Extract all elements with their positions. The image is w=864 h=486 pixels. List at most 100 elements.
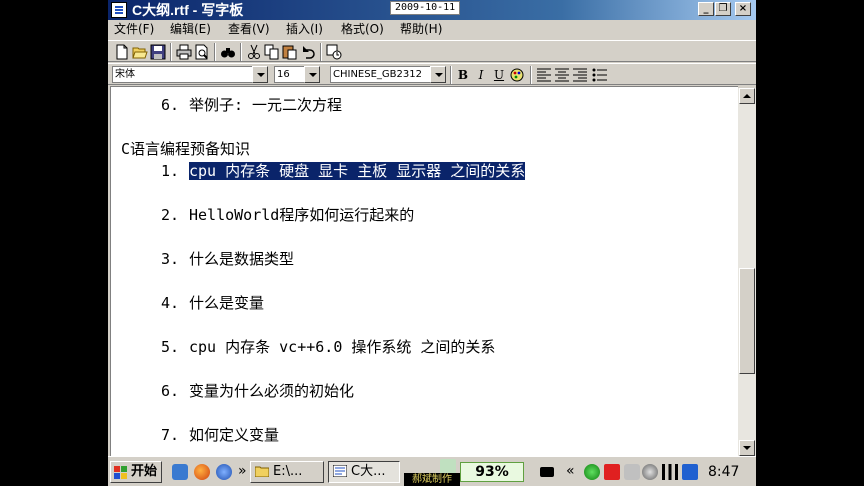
tray-expand-chevron[interactable]: « [566,463,575,479]
wordpad-icon [333,465,347,477]
vertical-scrollbar[interactable] [738,88,756,456]
line-text: 举例子: 一元二次方程 [189,96,343,114]
toolbar-separator [214,43,216,61]
taskbar-clock[interactable]: 8:47 [708,463,739,481]
menu-view[interactable]: 查看(V) [228,21,270,37]
media-player-icon[interactable] [216,464,232,480]
toolbar-separator [450,66,452,84]
windows-logo-icon [114,466,127,479]
doc-line-7-define[interactable]: 7. 如何定义变量 [161,425,279,445]
new-icon[interactable] [114,44,130,60]
date-overlay: 2009-10-11 [390,1,461,15]
task-label: E:\... [273,464,303,479]
line-number: 6. [161,96,180,114]
menu-insert[interactable]: 插入(I) [286,21,323,37]
save-icon[interactable] [150,44,166,60]
insert-datetime-icon[interactable] [326,44,342,60]
line-text: cpu 内存条 vc++6.0 操作系统 之间的关系 [189,338,496,356]
align-left-icon[interactable] [536,67,552,83]
toolbar-separator [170,43,172,61]
watermark-label: 郝斌制作 [404,473,460,486]
firefox-icon[interactable] [194,464,210,480]
doc-line-1-hardware[interactable]: 1. cpu 内存条 硬盘 显卡 主板 显示器 之间的关系 [161,161,526,181]
line-text: HelloWorld程序如何运行起来的 [189,206,415,224]
line-text: 变量为什么必须的初始化 [189,382,355,400]
line-text: 如何定义变量 [189,426,280,444]
align-center-icon[interactable] [554,67,570,83]
title-bar[interactable]: C大纲.rtf - 写字板 2009-10-11 _ ❐ × [108,0,756,20]
scroll-thumb[interactable] [739,268,755,374]
doc-line-2-helloworld[interactable]: 2. HelloWorld程序如何运行起来的 [161,205,414,225]
undo-icon[interactable] [300,44,316,60]
doc-line-6-init[interactable]: 6. 变量为什么必须的初始化 [161,381,354,401]
selected-text: cpu 内存条 硬盘 显卡 主板 显示器 之间的关系 [189,162,526,180]
input-method-icon[interactable] [682,464,698,480]
menu-edit[interactable]: 编辑(E) [170,21,211,37]
close-button[interactable]: × [735,2,751,16]
menu-help[interactable]: 帮助(H) [400,21,442,37]
font-size-dropdown-icon[interactable] [304,66,320,83]
menu-bar: 文件(F) 编辑(E) 查看(V) 插入(I) 格式(O) 帮助(H) [108,20,756,39]
copy-icon[interactable] [264,44,280,60]
security-x-icon[interactable] [604,464,620,480]
line-number: 1. [161,162,180,180]
standard-toolbar [108,40,756,62]
underline-button[interactable]: U [490,66,508,84]
taskbar: 开始 » E:\... C大... 93% 郝斌制作 « 8:47 [108,456,756,486]
open-icon[interactable] [132,44,148,60]
scroll-up-icon[interactable] [739,88,755,104]
color-icon[interactable] [509,67,525,83]
folder-icon [255,466,269,477]
script-combo[interactable]: CHINESE_GB2312 [330,66,430,83]
power-plug-icon[interactable] [540,467,554,477]
network-signal-icon[interactable] [662,464,678,480]
task-label: C大... [351,464,386,479]
paste-icon[interactable] [282,44,298,60]
doc-heading-prerequisites[interactable]: C语言编程预备知识 [121,139,250,159]
toolbar-separator [240,43,242,61]
bold-button[interactable]: B [454,66,472,84]
align-right-icon[interactable] [572,67,588,83]
line-number: 5. [161,338,180,356]
line-text: C语言编程预备知识 [121,140,251,158]
scroll-down-icon[interactable] [739,440,755,456]
font-name-combo[interactable]: 宋体 [112,66,254,83]
line-text: 什么是数据类型 [189,250,295,268]
start-button[interactable]: 开始 [110,461,162,483]
toolbar-separator [530,66,532,84]
line-number: 3. [161,250,180,268]
doc-line-3-datatype[interactable]: 3. 什么是数据类型 [161,249,294,269]
speaker-icon[interactable] [642,464,658,480]
window-title: C大纲.rtf - 写字板 [132,2,244,18]
doc-line-4-variable[interactable]: 4. 什么是变量 [161,293,264,313]
line-number: 2. [161,206,180,224]
script-dropdown-icon[interactable] [430,66,446,83]
find-icon[interactable] [220,44,236,60]
document-area[interactable]: 6. 举例子: 一元二次方程 C语言编程预备知识 1. cpu 内存条 硬盘 显卡 … [110,86,738,456]
status-green-icon[interactable] [584,464,600,480]
line-number: 7. [161,426,180,444]
doc-line-6-example[interactable]: 6. 举例子: 一元二次方程 [161,95,342,115]
print-icon[interactable] [176,44,192,60]
toolbar-separator [320,43,322,61]
shield-icon[interactable] [624,464,640,480]
quicklaunch-chevron[interactable]: » [238,463,247,479]
menu-file[interactable]: 文件(F) [114,21,154,37]
menu-format[interactable]: 格式(O) [341,21,384,37]
cut-icon[interactable] [246,44,262,60]
battery-percentage: 93% [460,462,524,482]
print-preview-icon[interactable] [194,44,210,60]
minimize-button[interactable]: _ [698,2,714,16]
start-label: 开始 [131,464,158,479]
restore-button[interactable]: ❐ [715,2,731,16]
bullets-icon[interactable] [592,67,608,83]
doc-line-5-vc[interactable]: 5. cpu 内存条 vc++6.0 操作系统 之间的关系 [161,337,495,357]
task-explorer[interactable]: E:\... [250,461,324,483]
line-text: 什么是变量 [189,294,265,312]
font-size-combo[interactable]: 16 [274,66,304,83]
wordpad-app-icon[interactable] [111,2,127,18]
task-wordpad[interactable]: C大... [328,461,400,483]
italic-button[interactable]: I [472,66,490,84]
show-desktop-icon[interactable] [172,464,188,480]
font-name-dropdown-icon[interactable] [252,66,268,83]
